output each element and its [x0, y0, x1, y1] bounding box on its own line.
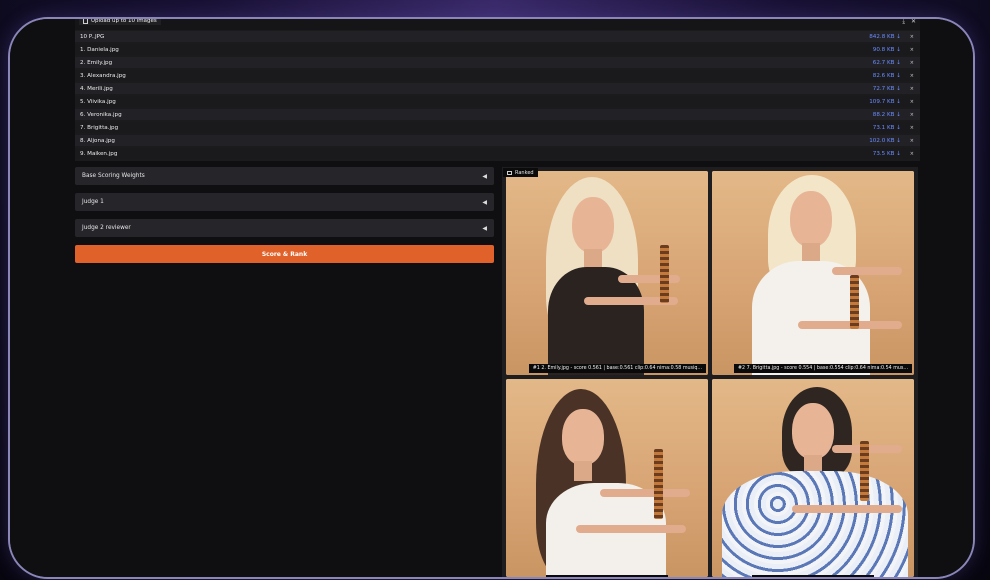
app-screen: Upload up to 10 images ⤓ ✕ 10 P..JPG 842… — [10, 19, 973, 577]
file-icon — [83, 19, 88, 24]
remove-file-icon[interactable]: × — [910, 60, 914, 66]
file-download-link[interactable]: 109.7 KB ↓ — [869, 99, 901, 105]
download-icon[interactable]: ⤓ — [902, 19, 905, 26]
file-row[interactable]: 7. Brigitta.jpg 73.1 KB ↓ × — [75, 122, 920, 133]
file-row[interactable]: 5. Viivika.jpg 109.7 KB ↓ × — [75, 96, 920, 107]
gallery-image[interactable] — [506, 379, 708, 577]
image-caption-clipped — [752, 575, 874, 577]
image-caption-clipped — [546, 575, 668, 577]
ranked-gallery: Ranked #1 2. Emily.jpg - score 0.561 | b… — [502, 167, 918, 577]
upload-label-text: Upload up to 10 images — [91, 18, 157, 24]
file-download-link[interactable]: 88.2 KB ↓ — [873, 112, 901, 118]
file-download-link[interactable]: 102.0 KB ↓ — [869, 138, 901, 144]
remove-file-icon[interactable]: × — [910, 138, 914, 144]
file-name: 10 P..JPG — [80, 33, 105, 40]
file-name: 1. Daniela.jpg — [80, 46, 119, 53]
caret-left-icon: ◀ — [482, 198, 487, 206]
file-row[interactable]: 9. Maiken.jpg 73.5 KB ↓ × — [75, 148, 920, 159]
file-list-header: Upload up to 10 images ⤓ ✕ — [75, 19, 920, 30]
gallery-image[interactable] — [712, 379, 914, 577]
gallery-image[interactable]: #1 2. Emily.jpg - score 0.561 | base:0.5… — [506, 171, 708, 375]
remove-file-icon[interactable]: × — [910, 99, 914, 105]
score-rank-button[interactable]: Score & Rank — [75, 245, 494, 263]
file-name: 6. Veronika.jpg — [80, 111, 122, 118]
close-icon[interactable]: ✕ — [911, 19, 916, 26]
file-row[interactable]: 6. Veronika.jpg 88.2 KB ↓ × — [75, 109, 920, 120]
file-name: 2. Emily.jpg — [80, 59, 113, 66]
file-upload-list: Upload up to 10 images ⤓ ✕ 10 P..JPG 842… — [75, 19, 920, 161]
remove-file-icon[interactable]: × — [910, 34, 914, 40]
ranked-badge: Ranked — [503, 168, 538, 177]
remove-file-icon[interactable]: × — [910, 112, 914, 118]
file-row[interactable]: 3. Alexandra.jpg 82.6 KB ↓ × — [75, 70, 920, 81]
file-download-link[interactable]: 842.8 KB ↓ — [869, 34, 901, 40]
caret-left-icon: ◀ — [482, 172, 487, 180]
file-row[interactable]: 4. Merili.jpg 72.7 KB ↓ × — [75, 83, 920, 94]
file-row[interactable]: 2. Emily.jpg 62.7 KB ↓ × — [75, 57, 920, 68]
file-name: 4. Merili.jpg — [80, 85, 113, 92]
file-download-link[interactable]: 82.6 KB ↓ — [873, 73, 901, 79]
accordion-label: Judge 1 — [82, 199, 104, 205]
file-name: 7. Brigitta.jpg — [80, 124, 119, 131]
file-name: 5. Viivika.jpg — [80, 98, 116, 105]
device-frame: Upload up to 10 images ⤓ ✕ 10 P..JPG 842… — [8, 17, 975, 579]
file-name: 9. Maiken.jpg — [80, 150, 118, 157]
accordion-label: Base Scoring Weights — [82, 173, 145, 179]
file-row[interactable]: 8. Aljona.jpg 102.0 KB ↓ × — [75, 135, 920, 146]
remove-file-icon[interactable]: × — [910, 47, 914, 53]
gallery-image[interactable]: #2 7. Brigitta.jpg - score 0.554 | base:… — [712, 171, 914, 375]
accordion-judge-1[interactable]: Judge 1 ◀ — [75, 193, 494, 211]
caret-left-icon: ◀ — [482, 224, 487, 232]
file-download-link[interactable]: 73.1 KB ↓ — [873, 125, 901, 131]
image-caption: #2 7. Brigitta.jpg - score 0.554 | base:… — [734, 364, 912, 373]
remove-file-icon[interactable]: × — [910, 151, 914, 157]
file-name: 8. Aljona.jpg — [80, 137, 115, 144]
remove-file-icon[interactable]: × — [910, 86, 914, 92]
image-icon — [507, 170, 512, 175]
file-download-link[interactable]: 72.7 KB ↓ — [873, 86, 901, 92]
file-download-link[interactable]: 73.5 KB ↓ — [873, 151, 901, 157]
file-row[interactable]: 10 P..JPG 842.8 KB ↓ × — [75, 31, 920, 42]
image-caption: #1 2. Emily.jpg - score 0.561 | base:0.5… — [528, 364, 706, 373]
file-row[interactable]: 1. Daniela.jpg 90.8 KB ↓ × — [75, 44, 920, 55]
file-download-link[interactable]: 90.8 KB ↓ — [873, 47, 901, 53]
remove-file-icon[interactable]: × — [910, 125, 914, 131]
accordion-judge-2-reviewer[interactable]: Judge 2 reviewer ◀ — [75, 219, 494, 237]
file-name: 3. Alexandra.jpg — [80, 72, 126, 79]
file-download-link[interactable]: 62.7 KB ↓ — [873, 60, 901, 66]
accordion-base-scoring-weights[interactable]: Base Scoring Weights ◀ — [75, 167, 494, 185]
accordion-label: Judge 2 reviewer — [82, 225, 131, 231]
upload-label: Upload up to 10 images — [79, 18, 161, 25]
ranked-badge-label: Ranked — [515, 169, 534, 176]
remove-file-icon[interactable]: × — [910, 73, 914, 79]
